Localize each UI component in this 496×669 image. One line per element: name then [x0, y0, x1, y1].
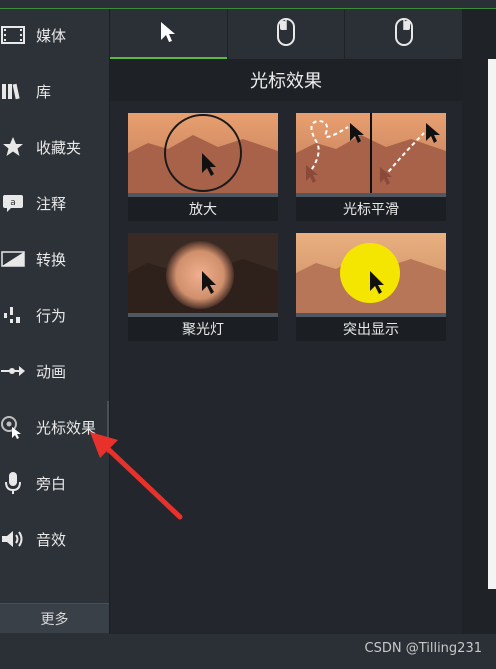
watermark: CSDN @Tilling231	[364, 641, 483, 656]
annotation-arrow	[90, 432, 183, 520]
